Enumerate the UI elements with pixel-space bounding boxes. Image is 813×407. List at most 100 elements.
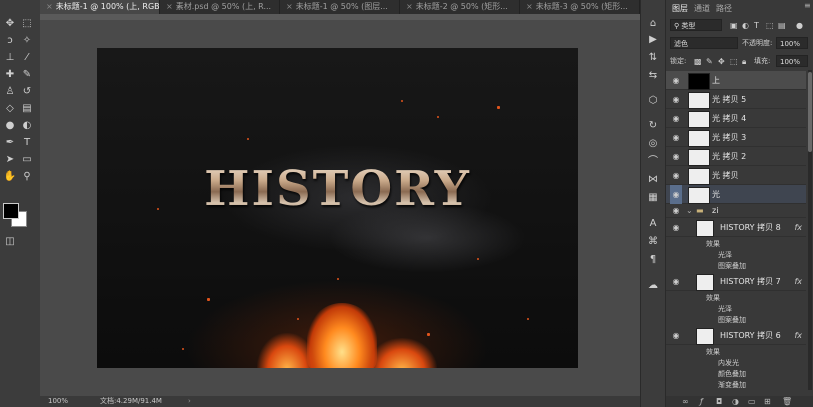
eye-icon[interactable]: ◉ [670, 204, 682, 218]
opacity-input[interactable]: 100% [776, 37, 808, 49]
eraser-icon[interactable]: ◇ [3, 103, 17, 115]
document-size-info[interactable]: 文档:4.29M/91.4M [100, 396, 162, 407]
cloud-library-icon[interactable]: ☁ [646, 280, 660, 292]
gradient-icon[interactable]: ▤ [20, 103, 34, 115]
add-mask-icon[interactable]: ◘ [716, 396, 722, 407]
quick-mask-icon[interactable]: ◫ [3, 236, 17, 248]
lock-pixels-icon[interactable]: ✎ [706, 54, 713, 69]
tab-paths[interactable]: 路径 [716, 3, 732, 14]
adjustment-layer-icon[interactable]: ◑ [732, 396, 739, 407]
heal-icon[interactable]: ✚ [3, 69, 17, 81]
blur-icon[interactable]: ● [3, 120, 17, 132]
lock-position-icon[interactable]: ✥ [718, 54, 725, 69]
filter-kind-select[interactable]: ⚲ 类型 [670, 19, 722, 31]
pen-icon[interactable]: ✒ [3, 137, 17, 149]
filter-type-icon[interactable]: T [754, 18, 759, 33]
filter-pixel-icon[interactable]: ▣ [730, 18, 738, 33]
zoom-icon[interactable]: ⚲ [20, 171, 34, 183]
magic-wand-icon[interactable]: ✧ [20, 35, 34, 47]
actions-play-icon[interactable]: ▶ [646, 34, 660, 46]
paragraph-icon[interactable]: ¶ [646, 254, 660, 266]
zoom-level[interactable]: 100% [48, 396, 68, 407]
adjust-icon[interactable]: ⇅ [646, 52, 660, 64]
add-style-icon[interactable]: ƒ [700, 396, 703, 407]
link-layers-icon[interactable]: ∞ [682, 396, 689, 407]
text-layer-row[interactable]: ◉ HISTORY 拷贝 6 fx [666, 326, 806, 345]
blend-mode-select[interactable]: 滤色 [670, 37, 738, 49]
tab-document-5[interactable]: × 未标题-3 @ 50% (矩形... [520, 0, 640, 14]
new-group-icon[interactable]: ▭ [748, 396, 756, 407]
status-arrow-icon[interactable]: › [188, 396, 191, 407]
layers-scrollbar-thumb[interactable] [808, 72, 812, 152]
fill-input[interactable]: 100% [776, 55, 808, 67]
layer-row[interactable]: ◉ 光 拷贝 [666, 166, 806, 185]
fx-badge[interactable]: fx [794, 272, 802, 291]
close-icon[interactable]: × [286, 2, 293, 11]
type-icon[interactable]: T [20, 137, 34, 149]
path-select-icon[interactable]: ➤ [3, 154, 17, 166]
fx-badge[interactable]: fx [794, 218, 802, 237]
tab-document-2[interactable]: × 素材.psd @ 50% (上, R... [160, 0, 280, 14]
fx-badge[interactable]: fx [794, 326, 802, 345]
tab-document-1[interactable]: ×未标题-1 @ 100% (上, RGB/8) * [40, 0, 160, 14]
shape-icon[interactable]: ▭ [20, 154, 34, 166]
layer-group-row[interactable]: ◉ ⌄ ▬ zi [666, 204, 806, 218]
eye-icon[interactable]: ◉ [670, 326, 682, 345]
text-layer-row[interactable]: ◉ HISTORY 拷贝 8 fx [666, 218, 806, 237]
eye-icon[interactable]: ◉ [670, 109, 682, 128]
foreground-color-swatch[interactable] [3, 203, 19, 219]
new-layer-icon[interactable]: ⊞ [764, 396, 771, 407]
filter-toggle-icon[interactable]: ● [796, 18, 803, 33]
filter-shape-icon[interactable]: ⬚ [766, 18, 774, 33]
filter-smart-icon[interactable]: ▤ [778, 18, 786, 33]
glyphs-icon[interactable]: ⌘ [646, 236, 660, 248]
curve-icon[interactable]: ⌒ [646, 156, 660, 168]
close-icon[interactable]: × [46, 2, 53, 11]
layer-row[interactable]: ◉ 上 [666, 71, 806, 90]
document-canvas[interactable]: HISTORY [97, 48, 578, 368]
tab-channels[interactable]: 通道 [694, 3, 710, 14]
marquee-icon[interactable]: ⬚ [20, 18, 34, 30]
eye-icon[interactable]: ◉ [670, 185, 682, 204]
eye-icon[interactable]: ◉ [670, 218, 682, 237]
color-wheel-icon[interactable]: ◎ [646, 138, 660, 150]
properties-icon[interactable]: ⇆ [646, 70, 660, 82]
swatches-icon[interactable]: ▦ [646, 192, 660, 204]
character-icon[interactable]: A [646, 218, 660, 230]
tab-document-3[interactable]: × 未标题-1 @ 50% (图层... [280, 0, 400, 14]
hand-icon[interactable]: ✋ [3, 171, 17, 183]
brush-icon[interactable]: ✎ [20, 69, 34, 81]
panel-menu-icon[interactable]: ≡ [804, 1, 811, 10]
tab-document-4[interactable]: × 未标题-2 @ 50% (矩形... [400, 0, 520, 14]
layer-row[interactable]: ◉ 光 拷贝 2 [666, 147, 806, 166]
crop-icon[interactable]: ⊥ [3, 52, 17, 64]
stamp-icon[interactable]: ♙ [3, 86, 17, 98]
tab-layers[interactable]: 图层 [672, 3, 688, 14]
history-brush-icon[interactable]: ↺ [20, 86, 34, 98]
eye-icon[interactable]: ◉ [670, 90, 682, 109]
lasso-icon[interactable]: ↄ [3, 35, 17, 47]
layer-row[interactable]: ◉ 光 [666, 185, 806, 204]
eye-icon[interactable]: ◉ [670, 147, 682, 166]
lock-transparent-icon[interactable]: ▩ [694, 54, 702, 69]
layer-row[interactable]: ◉ 光 拷贝 3 [666, 128, 806, 147]
move-icon[interactable]: ✥ [3, 18, 17, 30]
expand-arrow-icon[interactable]: ⌄ [686, 204, 693, 218]
eye-icon[interactable]: ◉ [670, 71, 682, 90]
eye-icon[interactable]: ◉ [670, 166, 682, 185]
trash-icon[interactable]: 🗑︎ [782, 396, 792, 407]
layer-row[interactable]: ◉ 光 拷贝 4 [666, 109, 806, 128]
layer-row[interactable]: ◉ 光 拷贝 5 [666, 90, 806, 109]
eye-icon[interactable]: ◉ [670, 128, 682, 147]
rotate-icon[interactable]: ↻ [646, 120, 660, 132]
eyedropper-icon[interactable]: ⁄ [20, 52, 34, 64]
lock-all-icon[interactable]: 🔒︎ [742, 54, 746, 69]
close-icon[interactable]: × [406, 2, 413, 11]
filter-adjust-icon[interactable]: ◐ [742, 18, 749, 33]
history-panel-icon[interactable]: ⌂ [646, 18, 660, 30]
text-layer-row[interactable]: ◉ HISTORY 拷贝 7 fx [666, 272, 806, 291]
timeline-icon[interactable]: ⋈ [646, 174, 660, 186]
dodge-icon[interactable]: ◐ [20, 120, 34, 132]
3d-cube-icon[interactable]: ⬡ [646, 95, 660, 107]
close-icon[interactable]: × [526, 2, 533, 11]
